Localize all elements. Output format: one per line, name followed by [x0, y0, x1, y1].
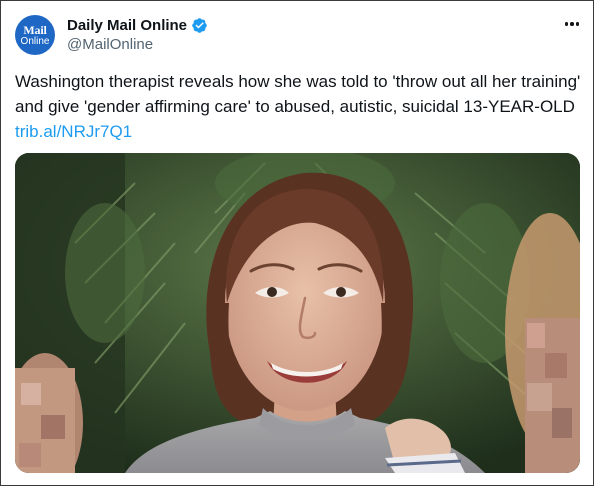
tweet-link[interactable]: trib.al/NRJr7Q1: [15, 122, 132, 141]
tweet-photo[interactable]: [15, 153, 580, 473]
avatar[interactable]: Mail Online: [15, 15, 55, 55]
handle[interactable]: @MailOnline: [67, 36, 153, 53]
photo-illustration: [15, 153, 580, 473]
tweet-text: Washington therapist reveals how she was…: [15, 69, 581, 144]
verified-badge-icon: [191, 17, 208, 34]
avatar-text-bottom: Online: [20, 35, 50, 47]
avatar-text-top: Mail: [23, 22, 47, 37]
more-options-icon[interactable]: [561, 13, 583, 35]
display-name[interactable]: Daily Mail Online: [67, 17, 187, 34]
tweet-body: Washington therapist reveals how she was…: [15, 72, 581, 116]
author-name-row: Daily Mail Online: [67, 15, 208, 35]
tweet-card[interactable]: Mail Online Daily Mail Online @MailOnlin…: [0, 0, 594, 486]
